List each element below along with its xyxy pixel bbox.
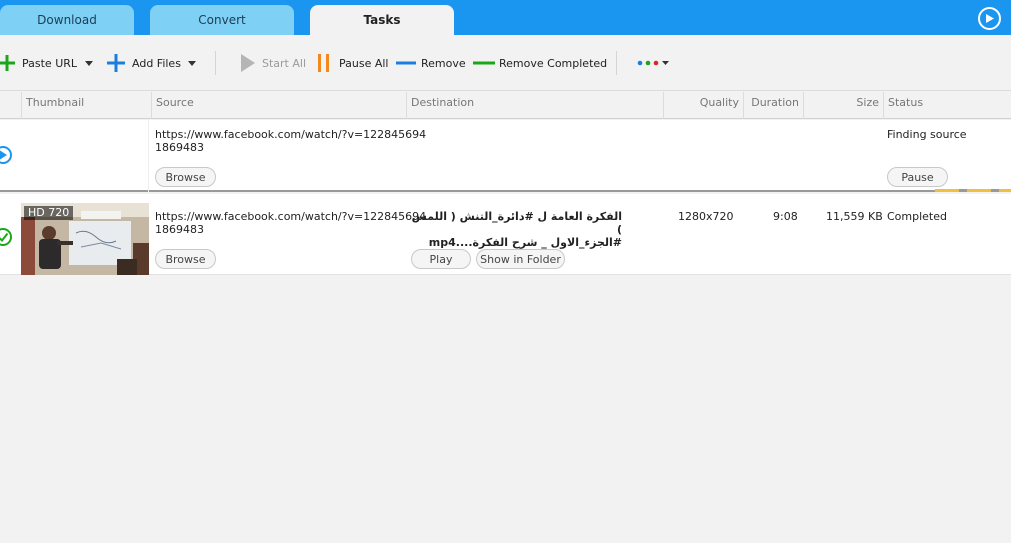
- plus-icon: [0, 55, 15, 71]
- play-icon: [241, 54, 255, 72]
- play-button[interactable]: Play: [411, 249, 471, 269]
- browse-button[interactable]: Browse: [155, 167, 216, 187]
- source-url-line: https://www.facebook.com/watch/?v=122845…: [155, 128, 427, 141]
- paste-url-label: Paste URL: [22, 56, 78, 70]
- minus-icon: [473, 61, 495, 65]
- remove-button[interactable]: Remove: [396, 35, 466, 91]
- pause-all-button[interactable]: Pause All: [317, 35, 388, 91]
- add-files-button[interactable]: Add Files: [106, 35, 181, 91]
- status-check-icon[interactable]: [0, 226, 14, 248]
- tab-label: Download: [37, 13, 97, 27]
- destination-line: الفكرة العامة ل #دائرة_التنش ( اللمس ): [411, 210, 622, 236]
- pause-all-label: Pause All: [339, 56, 389, 70]
- remove-completed-button[interactable]: Remove Completed: [473, 35, 607, 91]
- browse-button[interactable]: Browse: [155, 249, 216, 269]
- add-files-label: Add Files: [132, 56, 181, 70]
- destination-line: #الجزء_الاول _ شرح الفكرة....mp4: [428, 236, 622, 249]
- tab-tasks[interactable]: Tasks: [310, 5, 454, 35]
- size-value: 11,559 KB: [826, 210, 883, 223]
- plus-icon: [107, 54, 125, 72]
- pause-icon: [318, 54, 329, 72]
- source-url-line: https://www.facebook.com/watch/?v=122845…: [155, 210, 427, 223]
- help-icon[interactable]: [978, 7, 1001, 30]
- destination-filename: الفكرة العامة ل #دائرة_التنش ( اللمس ) #…: [410, 210, 622, 249]
- remove-completed-label: Remove Completed: [499, 56, 608, 70]
- column-header: Thumbnail Source Destination Quality Dur…: [0, 92, 1011, 119]
- status-text: Completed: [887, 210, 947, 223]
- remove-label: Remove: [421, 56, 466, 70]
- source-url: https://www.facebook.com/watch/?v=122845…: [155, 128, 426, 154]
- toolbar: Paste URL Add Files Start All Pause All …: [0, 35, 1011, 91]
- tab-label: Convert: [198, 13, 246, 27]
- paste-url-button[interactable]: Paste URL: [0, 35, 77, 91]
- more-dots-icon[interactable]: [637, 35, 671, 91]
- col-size[interactable]: Size: [803, 92, 883, 119]
- toolbar-divider: [215, 51, 216, 75]
- status-play-icon[interactable]: [0, 144, 14, 166]
- col-duration[interactable]: Duration: [743, 92, 803, 119]
- source-url-line: 1869483: [155, 141, 204, 154]
- source-url: https://www.facebook.com/watch/?v=122845…: [155, 210, 426, 236]
- pause-button[interactable]: Pause: [887, 167, 948, 187]
- video-thumbnail[interactable]: HD 720: [21, 203, 149, 275]
- tab-bar: Download Convert Tasks: [0, 0, 1011, 35]
- table-row[interactable]: https://www.facebook.com/watch/?v=122845…: [0, 120, 1011, 192]
- caret-down-icon[interactable]: [188, 61, 196, 66]
- toolbar-divider: [616, 51, 617, 75]
- quality-value: 1280x720: [678, 210, 734, 223]
- start-all-label: Start All: [262, 56, 307, 70]
- table-row[interactable]: HD 720 https://www.facebook.com/watch/?v…: [0, 201, 1011, 275]
- caret-down-icon[interactable]: [85, 61, 93, 66]
- progress-indicator: [935, 189, 1011, 192]
- thumbnail-placeholder: [21, 120, 149, 192]
- hd-badge: HD 720: [24, 206, 74, 220]
- start-all-button[interactable]: Start All: [240, 35, 306, 91]
- col-destination[interactable]: Destination: [406, 92, 663, 119]
- source-url-line: 1869483: [155, 223, 204, 236]
- status-text: Finding source: [887, 128, 967, 141]
- col-quality[interactable]: Quality: [663, 92, 743, 119]
- row-gap: [0, 194, 1011, 201]
- tab-convert[interactable]: Convert: [150, 5, 294, 35]
- tab-label: Tasks: [363, 13, 401, 27]
- minus-icon: [396, 61, 416, 65]
- show-in-folder-button[interactable]: Show in Folder: [476, 249, 565, 269]
- duration-value: 9:08: [773, 210, 798, 223]
- col-source[interactable]: Source: [151, 92, 406, 119]
- col-status[interactable]: Status: [883, 92, 1011, 119]
- tab-download[interactable]: Download: [0, 5, 134, 35]
- col-thumbnail[interactable]: Thumbnail: [21, 92, 151, 119]
